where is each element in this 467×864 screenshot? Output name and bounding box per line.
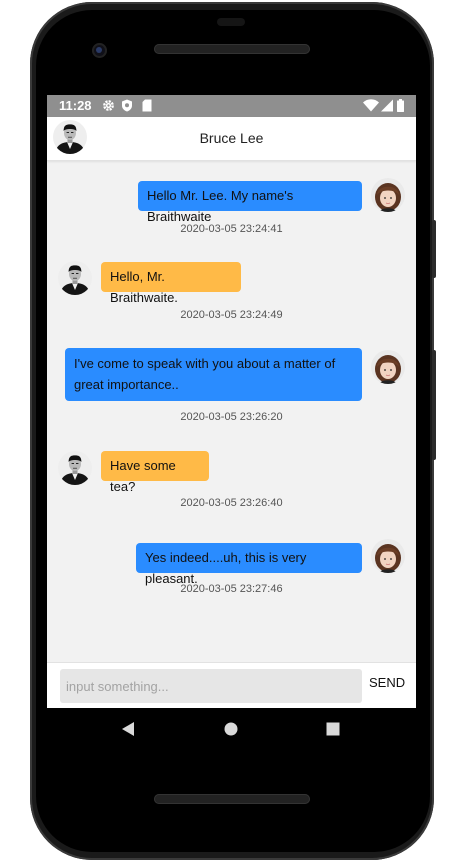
recents-icon[interactable] <box>326 722 340 736</box>
user-avatar[interactable] <box>371 350 405 384</box>
power-button <box>432 220 436 278</box>
user-avatar[interactable] <box>371 539 405 573</box>
chat-header: Bruce Lee <box>47 117 416 161</box>
volume-button <box>432 350 436 460</box>
gear-icon <box>103 100 114 111</box>
message-text: Have some tea? <box>110 458 176 494</box>
home-icon[interactable] <box>224 722 238 736</box>
wifi-icon <box>363 99 379 112</box>
message-timestamp: 2020-03-05 23:26:20 <box>180 411 283 423</box>
message-composer: SEND <box>47 662 416 708</box>
message-text: Hello, Mr. Braithwaite. <box>110 269 178 305</box>
message-bubble-sent[interactable]: I've come to speak with you about a matt… <box>65 348 362 401</box>
message-text-line: great importance.. <box>74 377 179 392</box>
message-timestamp: 2020-03-05 23:24:41 <box>180 223 283 235</box>
message-timestamp: 2020-03-05 23:24:49 <box>180 309 283 321</box>
message-text: Hello Mr. Lee. My name's Braithwaite <box>147 188 294 224</box>
signal-icon <box>381 99 393 112</box>
bottom-speaker <box>154 794 310 804</box>
front-camera <box>92 43 107 58</box>
message-bubble-received[interactable]: Have some tea? <box>101 451 209 494</box>
sd-card-icon <box>142 99 152 112</box>
message-bubble-sent[interactable]: Yes indeed....uh, this is very pleasant. <box>136 543 362 586</box>
message-bubble-sent[interactable]: Hello Mr. Lee. My name's Braithwaite <box>138 181 362 224</box>
chat-title: Bruce Lee <box>199 130 264 146</box>
bruce-lee-avatar[interactable] <box>58 451 92 485</box>
top-speaker <box>154 44 310 54</box>
earpiece <box>217 18 245 26</box>
bruce-lee-avatar[interactable] <box>58 261 92 295</box>
shield-icon <box>122 99 132 112</box>
user-avatar[interactable] <box>371 178 405 212</box>
app-screen: 11:28 Bruce Lee Hello Mr. Lee. My name's… <box>47 95 416 708</box>
back-icon[interactable] <box>121 721 135 737</box>
message-timestamp: 2020-03-05 23:26:40 <box>180 497 283 509</box>
send-button[interactable]: SEND <box>369 675 405 690</box>
message-bubble-received[interactable]: Hello, Mr. Braithwaite. <box>101 262 241 305</box>
message-text-line: I've come to speak with you about a matt… <box>74 356 336 371</box>
status-time: 11:28 <box>59 98 92 113</box>
message-timestamp: 2020-03-05 23:27:46 <box>180 583 283 595</box>
battery-icon <box>397 99 404 112</box>
message-input[interactable] <box>60 669 362 703</box>
status-bar: 11:28 <box>47 95 416 117</box>
